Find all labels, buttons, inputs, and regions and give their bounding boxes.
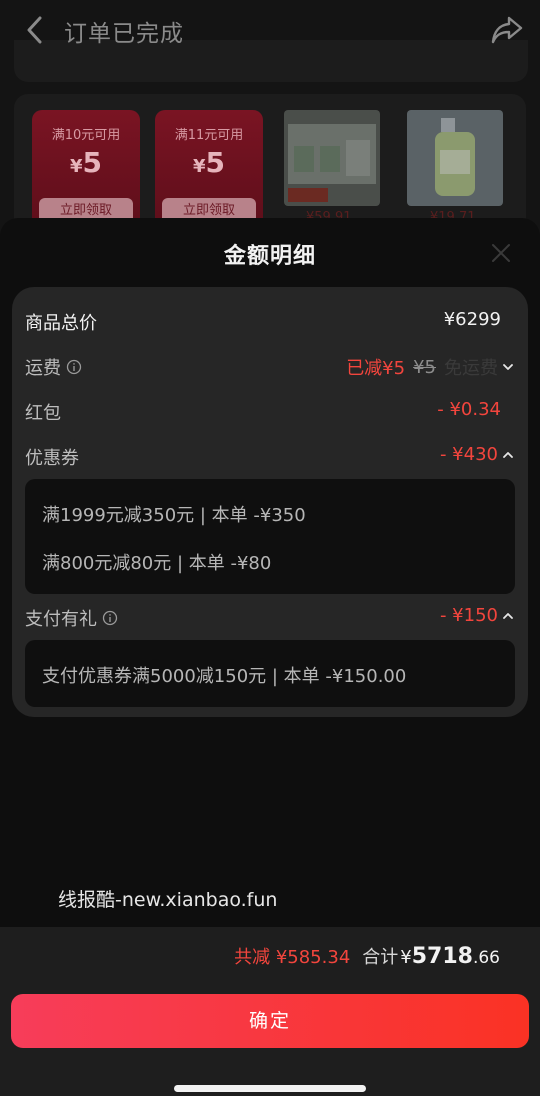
red-packet-value: - ¥0.34 xyxy=(437,399,501,420)
payment-gift-value[interactable]: - ¥150 xyxy=(440,605,514,626)
coupon-label: 优惠券 xyxy=(25,448,79,469)
share-button[interactable] xyxy=(490,14,524,46)
chevron-down-icon xyxy=(503,364,513,370)
close-button[interactable] xyxy=(490,242,512,264)
back-button[interactable] xyxy=(22,14,46,46)
product-thumbnail[interactable] xyxy=(407,110,503,206)
amount-detail-card: 商品总价 ¥6299 运费 已减¥5 ¥5 免运费 红包 - ¥0.34 优惠券… xyxy=(12,287,528,717)
coupon-amount: ¥5 xyxy=(69,146,102,179)
total-saved: 共减 ¥585.34 xyxy=(234,947,351,968)
watermark-text: 线报酷-new.xianbao.fun xyxy=(58,889,278,911)
total-summary: 共减 ¥585.34 合计 ¥ 5718 .66 xyxy=(234,943,500,969)
confirm-button[interactable]: 确定 xyxy=(11,994,529,1048)
amount-detail-sheet: 金额明细 商品总价 ¥6299 运费 已减¥5 ¥5 免运费 红包 - ¥0.3… xyxy=(0,218,540,1096)
chevron-up-icon xyxy=(503,612,513,619)
payment-gift-amount: - ¥150 xyxy=(439,605,498,626)
red-packet-label: 红包 xyxy=(25,403,61,424)
coupon-detail-box: 满1999元减350元 | 本单 -¥350 满800元减80元 | 本单 -¥… xyxy=(25,479,515,594)
footer-bar: 共减 ¥585.34 合计 ¥ 5718 .66 确定 xyxy=(0,927,540,1096)
payment-gift-label: 支付有礼 xyxy=(25,609,97,630)
shipping-row: 运费 xyxy=(25,354,82,380)
top-bar: 订单已完成 xyxy=(0,0,540,62)
coupon-condition: 满10元可用 xyxy=(51,128,121,143)
shipping-original: ¥5 xyxy=(413,356,436,378)
home-indicator[interactable] xyxy=(174,1085,366,1092)
shipping-reduced: 已减¥5 xyxy=(346,358,406,379)
shipping-note: 免运费 xyxy=(444,358,498,379)
coupon-detail-line: 满800元减80元 | 本单 -¥80 xyxy=(42,553,272,574)
coupon-card[interactable]: 满10元可用 ¥5 立即领取 xyxy=(32,110,140,230)
share-icon xyxy=(491,16,523,44)
coupon-condition: 满11元可用 xyxy=(174,128,244,143)
product-thumbnail[interactable] xyxy=(284,110,380,206)
coupon-detail-line: 满1999元减350元 | 本单 -¥350 xyxy=(42,505,306,526)
sheet-title: 金额明细 xyxy=(223,244,316,269)
goods-total-label: 商品总价 xyxy=(25,313,97,334)
coupon-value[interactable]: - ¥430 xyxy=(440,444,514,465)
info-icon[interactable] xyxy=(102,610,118,626)
total-label: 合计 xyxy=(362,947,399,968)
payment-gift-detail-line: 支付优惠券满5000减150元 | 本单 -¥150.00 xyxy=(42,666,407,687)
chevron-left-icon xyxy=(27,16,42,44)
chevron-up-icon xyxy=(503,451,513,458)
payment-gift-row: 支付有礼 xyxy=(25,605,118,631)
coupon-amount: ¥5 xyxy=(192,146,225,179)
total-amount-decimal: .66 xyxy=(472,948,500,968)
soap-product-image xyxy=(407,110,503,206)
close-icon xyxy=(492,244,510,262)
shipping-value[interactable]: 已减¥5 ¥5 免运费 xyxy=(346,354,514,380)
payment-gift-detail-box: 支付优惠券满5000减150元 | 本单 -¥150.00 xyxy=(25,640,515,707)
goods-total-value: ¥6299 xyxy=(443,309,501,330)
coupon-amount-value: - ¥430 xyxy=(439,444,498,465)
total-currency: ¥ xyxy=(400,947,412,968)
coupon-card[interactable]: 满11元可用 ¥5 立即领取 xyxy=(155,110,263,230)
tissue-product-image xyxy=(284,110,380,206)
info-icon[interactable] xyxy=(66,359,82,375)
page-title: 订单已完成 xyxy=(64,21,184,47)
shipping-label: 运费 xyxy=(25,358,61,379)
total-amount-integer: 5718 xyxy=(411,944,473,969)
